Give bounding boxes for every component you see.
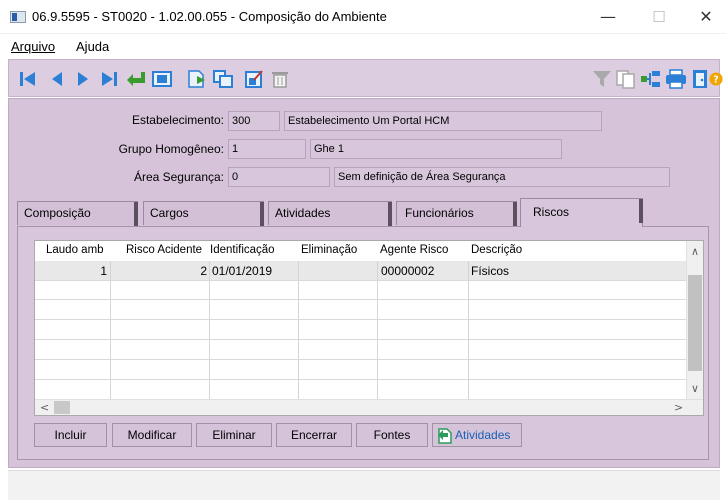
menu-arquivo[interactable]: Arquivo: [11, 39, 55, 54]
tab-riscos[interactable]: Riscos: [520, 198, 643, 227]
area-seguranca-label: Área Segurança:: [133, 170, 224, 184]
title-bar: 06.9.5595 - ST0020 - 1.02.00.055 - Compo…: [0, 0, 726, 34]
menu-ajuda[interactable]: Ajuda: [76, 39, 109, 54]
vertical-scroll-thumb[interactable]: [688, 275, 702, 371]
delete-icon[interactable]: [269, 69, 291, 89]
window-title: 06.9.5595 - ST0020 - 1.02.00.055 - Compo…: [32, 9, 387, 24]
cell-laudo-amb: 1: [100, 264, 107, 278]
next-record-icon[interactable]: [72, 69, 94, 89]
previous-record-icon[interactable]: [46, 69, 68, 89]
last-record-icon[interactable]: [98, 69, 120, 89]
documents-icon[interactable]: [615, 69, 637, 89]
cell-descricao: Físicos: [471, 264, 510, 278]
app-icon: [10, 11, 26, 23]
riscos-grid[interactable]: Laudo amb Risco Acidente Identificação E…: [34, 240, 704, 416]
first-record-icon[interactable]: [17, 69, 39, 89]
tab-atividades[interactable]: Atividades: [268, 201, 392, 226]
atividades-button-label: Atividades: [455, 428, 511, 442]
grupo-homogeneo-label: Grupo Homogêneo:: [118, 142, 224, 156]
print-icon[interactable]: [665, 69, 687, 89]
scroll-right-icon[interactable]: >: [674, 401, 683, 414]
column-header-laudo-amb[interactable]: Laudo amb: [46, 244, 104, 256]
column-header-identificacao[interactable]: Identificação: [210, 244, 275, 256]
cell-risco-acidente: 2: [200, 264, 207, 278]
horizontal-scrollbar[interactable]: [35, 399, 703, 415]
cell-identificacao: 01/01/2019: [212, 264, 273, 278]
tree-icon[interactable]: [640, 69, 662, 89]
grupo-homogeneo-code-field[interactable]: 1: [228, 139, 306, 159]
cell-agente-risco: 00000002: [381, 264, 435, 278]
modificar-button[interactable]: Modificar: [112, 423, 192, 447]
column-header-risco-acidente[interactable]: Risco Acidente: [126, 244, 202, 256]
tab-composicao[interactable]: Composição: [17, 201, 138, 226]
encerrar-button[interactable]: Encerrar: [276, 423, 352, 447]
estabelecimento-name-field: Estabelecimento Um Portal HCM: [284, 111, 602, 131]
svg-text:?: ?: [713, 75, 718, 86]
return-icon[interactable]: [125, 69, 147, 89]
estabelecimento-code-field[interactable]: 300: [228, 111, 280, 131]
menu-bar: Arquivo Ajuda: [0, 34, 726, 56]
edit-icon[interactable]: [243, 69, 265, 89]
scroll-left-icon[interactable]: <: [40, 401, 49, 414]
scroll-down-icon[interactable]: ∨: [691, 382, 699, 395]
fontes-button[interactable]: Fontes: [356, 423, 428, 447]
tab-funcionarios[interactable]: Funcionários: [396, 201, 517, 226]
maximize-button[interactable]: ☐: [639, 4, 679, 30]
copy-icon[interactable]: [212, 69, 234, 89]
filter-icon[interactable]: [591, 69, 613, 89]
tab-cargos[interactable]: Cargos: [143, 201, 264, 226]
toolbar: ?: [8, 59, 723, 97]
atividades-icon: [438, 428, 452, 444]
grupo-homogeneo-name-field: Ghe 1: [310, 139, 562, 159]
minimize-button[interactable]: —: [588, 4, 628, 30]
area-seguranca-name-field: Sem definição de Área Segurança: [334, 167, 670, 187]
scroll-up-icon[interactable]: ∧: [691, 245, 699, 258]
area-seguranca-code-field[interactable]: 0: [228, 167, 330, 187]
close-button[interactable]: ✕: [686, 4, 726, 30]
column-header-agente-risco[interactable]: Agente Risco: [380, 244, 448, 256]
estabelecimento-label: Estabelecimento:: [131, 113, 224, 127]
column-header-eliminacao[interactable]: Eliminação: [301, 244, 357, 256]
atividades-button[interactable]: Atividades: [432, 423, 522, 447]
new-document-icon[interactable]: [186, 69, 208, 89]
column-header-descricao[interactable]: Descrição: [471, 244, 522, 256]
status-bar: [8, 470, 720, 500]
horizontal-scroll-thumb[interactable]: [54, 401, 70, 414]
help-icon[interactable]: ?: [708, 69, 724, 89]
view-icon[interactable]: [151, 69, 173, 89]
eliminar-button[interactable]: Eliminar: [196, 423, 272, 447]
incluir-button[interactable]: Incluir: [34, 423, 107, 447]
